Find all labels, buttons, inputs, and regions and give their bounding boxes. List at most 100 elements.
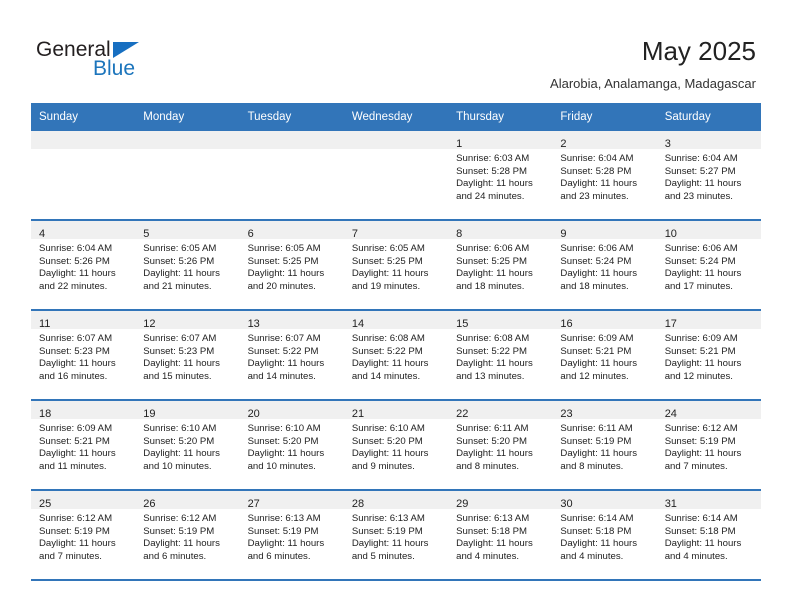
calendar-day-cell[interactable]: 24 Sunrise: 6:12 AM Sunset: 5:19 PM Dayligh… xyxy=(656,400,761,491)
calendar-week-row: 18 Sunrise: 6:09 AM Sunset: 5:21 PM Dayligh… xyxy=(31,400,761,491)
calendar-day-cell[interactable]: 4 Sunrise: 6:04 AM Sunset: 5:26 PM Daylight… xyxy=(31,220,136,311)
day-details: Sunrise: 6:03 AM Sunset: 5:28 PM Daylight:… xyxy=(448,149,552,203)
daylight-duration-line2: and 23 minutes. xyxy=(560,190,629,202)
day-number: 17 xyxy=(664,318,677,330)
sunset-time: Sunset: 5:19 PM xyxy=(664,435,736,447)
day-number: 10 xyxy=(664,228,677,240)
daylight-duration-line2: and 17 minutes. xyxy=(664,280,733,292)
daylight-duration-line2: and 18 minutes. xyxy=(456,280,525,292)
day-number-band: 3 xyxy=(656,131,761,150)
day-number-band: 30 xyxy=(552,491,657,510)
sunrise-time: Sunrise: 6:13 AM xyxy=(247,513,321,524)
sunrise-time: Sunrise: 6:05 AM xyxy=(247,243,321,254)
calendar-day-cell[interactable]: 7 Sunrise: 6:05 AM Sunset: 5:25 PM Daylight… xyxy=(343,220,449,311)
sunset-time: Sunset: 5:26 PM xyxy=(143,255,215,267)
sunset-time: Sunset: 5:25 PM xyxy=(351,255,423,267)
sunset-time: Sunset: 5:21 PM xyxy=(664,345,736,357)
sunset-time: Sunset: 5:24 PM xyxy=(664,255,736,267)
daylight-duration-line1: Daylight: 11 hours xyxy=(456,358,533,370)
sunrise-time: Sunrise: 6:11 AM xyxy=(456,423,529,434)
calendar-day-cell[interactable]: 9 Sunrise: 6:06 AM Sunset: 5:24 PM Daylight… xyxy=(552,220,657,311)
calendar-day-cell[interactable]: 2 Sunrise: 6:04 AM Sunset: 5:28 PM Daylight… xyxy=(552,131,657,221)
day-number: 27 xyxy=(247,498,260,510)
day-number-band xyxy=(343,131,449,149)
sunrise-time: Sunrise: 6:05 AM xyxy=(143,243,217,254)
calendar-body: 1 Sunrise: 6:03 AM Sunset: 5:28 PM Daylight… xyxy=(31,131,761,581)
day-number: 5 xyxy=(143,228,150,240)
day-details: Sunrise: 6:10 AM Sunset: 5:20 PM Daylight:… xyxy=(344,419,448,473)
calendar-day-cell[interactable]: 23 Sunrise: 6:11 AM Sunset: 5:19 PM Dayligh… xyxy=(552,400,657,491)
sunrise-time: Sunrise: 6:12 AM xyxy=(664,423,738,434)
daylight-duration-line2: and 24 minutes. xyxy=(456,190,525,202)
calendar-day-cell[interactable]: 13 Sunrise: 6:07 AM Sunset: 5:22 PM Dayligh… xyxy=(239,310,344,401)
day-number: 28 xyxy=(351,498,365,510)
daylight-duration-line1: Daylight: 11 hours xyxy=(143,358,220,370)
calendar-day-cell[interactable]: 25 Sunrise: 6:12 AM Sunset: 5:19 PM Dayligh… xyxy=(31,490,136,581)
daylight-duration-line2: and 14 minutes. xyxy=(247,370,316,382)
calendar-day-cell[interactable]: 31 Sunrise: 6:14 AM Sunset: 5:18 PM Dayligh… xyxy=(656,490,761,581)
calendar-day-cell[interactable]: 21 Sunrise: 6:10 AM Sunset: 5:20 PM Dayligh… xyxy=(343,400,449,491)
daylight-duration-line2: and 12 minutes. xyxy=(560,370,629,382)
sunrise-time: Sunrise: 6:09 AM xyxy=(664,333,738,344)
calendar-week-row: 25 Sunrise: 6:12 AM Sunset: 5:19 PM Dayligh… xyxy=(31,490,761,581)
day-number: 2 xyxy=(560,138,567,150)
calendar-day-cell-empty xyxy=(31,131,136,221)
day-details: Sunrise: 6:04 AM Sunset: 5:28 PM Daylight:… xyxy=(552,149,656,203)
daylight-duration-line1: Daylight: 11 hours xyxy=(560,358,638,370)
weekday-header-friday: Friday xyxy=(552,103,657,131)
calendar-day-cell[interactable]: 30 Sunrise: 6:14 AM Sunset: 5:18 PM Dayligh… xyxy=(552,490,657,581)
sunset-time: Sunset: 5:25 PM xyxy=(456,255,528,267)
sunset-time: Sunset: 5:22 PM xyxy=(247,345,319,357)
calendar-day-cell[interactable]: 20 Sunrise: 6:10 AM Sunset: 5:20 PM Dayligh… xyxy=(239,400,344,491)
daylight-duration-line1: Daylight: 11 hours xyxy=(351,538,429,550)
daylight-duration-line1: Daylight: 11 hours xyxy=(560,448,638,460)
daylight-duration-line1: Daylight: 11 hours xyxy=(39,268,116,280)
sunset-time: Sunset: 5:23 PM xyxy=(143,345,215,357)
calendar-day-cell[interactable]: 17 Sunrise: 6:09 AM Sunset: 5:21 PM Dayligh… xyxy=(656,310,761,401)
day-details: Sunrise: 6:12 AM Sunset: 5:19 PM Daylight:… xyxy=(31,509,135,563)
sunrise-time: Sunrise: 6:12 AM xyxy=(143,513,217,524)
day-number-band: 1 xyxy=(448,131,553,150)
calendar-day-cell[interactable]: 14 Sunrise: 6:08 AM Sunset: 5:22 PM Dayligh… xyxy=(343,310,449,401)
calendar-day-cell[interactable]: 26 Sunrise: 6:12 AM Sunset: 5:19 PM Dayligh… xyxy=(135,490,240,581)
calendar-day-cell[interactable]: 28 Sunrise: 6:13 AM Sunset: 5:19 PM Dayligh… xyxy=(343,490,449,581)
daylight-duration-line1: Daylight: 11 hours xyxy=(456,538,533,550)
calendar-day-cell[interactable]: 27 Sunrise: 6:13 AM Sunset: 5:19 PM Dayligh… xyxy=(239,490,344,581)
calendar-day-cell[interactable]: 22 Sunrise: 6:11 AM Sunset: 5:20 PM Dayligh… xyxy=(448,400,553,491)
calendar-day-cell-empty xyxy=(239,131,344,221)
daylight-duration-line1: Daylight: 11 hours xyxy=(560,538,638,550)
calendar-day-cell[interactable]: 15 Sunrise: 6:08 AM Sunset: 5:22 PM Dayligh… xyxy=(448,310,553,401)
calendar-day-cell[interactable]: 19 Sunrise: 6:10 AM Sunset: 5:20 PM Dayligh… xyxy=(135,400,240,491)
day-number: 4 xyxy=(39,228,46,240)
daylight-duration-line2: and 10 minutes. xyxy=(247,460,316,472)
day-number-band: 2 xyxy=(552,131,657,150)
calendar-day-cell[interactable]: 18 Sunrise: 6:09 AM Sunset: 5:21 PM Dayligh… xyxy=(31,400,136,491)
sunrise-time: Sunrise: 6:09 AM xyxy=(39,423,113,434)
day-number: 12 xyxy=(143,318,156,330)
calendar-day-cell[interactable]: 12 Sunrise: 6:07 AM Sunset: 5:23 PM Dayligh… xyxy=(135,310,240,401)
calendar-day-cell[interactable]: 3 Sunrise: 6:04 AM Sunset: 5:27 PM Daylight… xyxy=(656,131,761,221)
daylight-duration-line1: Daylight: 11 hours xyxy=(664,178,742,190)
calendar-day-cell[interactable]: 1 Sunrise: 6:03 AM Sunset: 5:28 PM Daylight… xyxy=(448,131,553,221)
calendar-day-cell[interactable]: 11 Sunrise: 6:07 AM Sunset: 5:23 PM Dayligh… xyxy=(31,310,136,401)
calendar-day-cell[interactable]: 29 Sunrise: 6:13 AM Sunset: 5:18 PM Dayligh… xyxy=(448,490,553,581)
day-details: Sunrise: 6:05 AM Sunset: 5:25 PM Daylight:… xyxy=(344,239,448,293)
calendar-day-cell[interactable]: 10 Sunrise: 6:06 AM Sunset: 5:24 PM Dayligh… xyxy=(656,220,761,311)
general-blue-logo[interactable]: General Blue xyxy=(36,38,216,86)
daylight-duration-line1: Daylight: 11 hours xyxy=(560,268,638,280)
day-details: Sunrise: 6:09 AM Sunset: 5:21 PM Daylight:… xyxy=(657,329,761,383)
day-number: 1 xyxy=(456,138,463,150)
calendar-day-cell[interactable]: 16 Sunrise: 6:09 AM Sunset: 5:21 PM Dayligh… xyxy=(552,310,657,401)
daylight-duration-line1: Daylight: 11 hours xyxy=(247,448,325,460)
sunrise-time: Sunrise: 6:04 AM xyxy=(664,153,738,164)
day-number: 29 xyxy=(456,498,469,510)
daylight-duration-line2: and 13 minutes. xyxy=(456,370,525,382)
day-number-band xyxy=(239,131,344,149)
calendar-day-cell[interactable]: 8 Sunrise: 6:06 AM Sunset: 5:25 PM Daylight… xyxy=(448,220,553,311)
daylight-duration-line2: and 18 minutes. xyxy=(560,280,629,292)
calendar-day-cell[interactable]: 5 Sunrise: 6:05 AM Sunset: 5:26 PM Daylight… xyxy=(135,220,240,311)
calendar-day-cell-empty xyxy=(135,131,240,221)
calendar-week-row: 1 Sunrise: 6:03 AM Sunset: 5:28 PM Daylight… xyxy=(31,131,761,221)
daylight-duration-line1: Daylight: 11 hours xyxy=(456,448,533,460)
calendar-day-cell[interactable]: 6 Sunrise: 6:05 AM Sunset: 5:25 PM Daylight… xyxy=(239,220,344,311)
